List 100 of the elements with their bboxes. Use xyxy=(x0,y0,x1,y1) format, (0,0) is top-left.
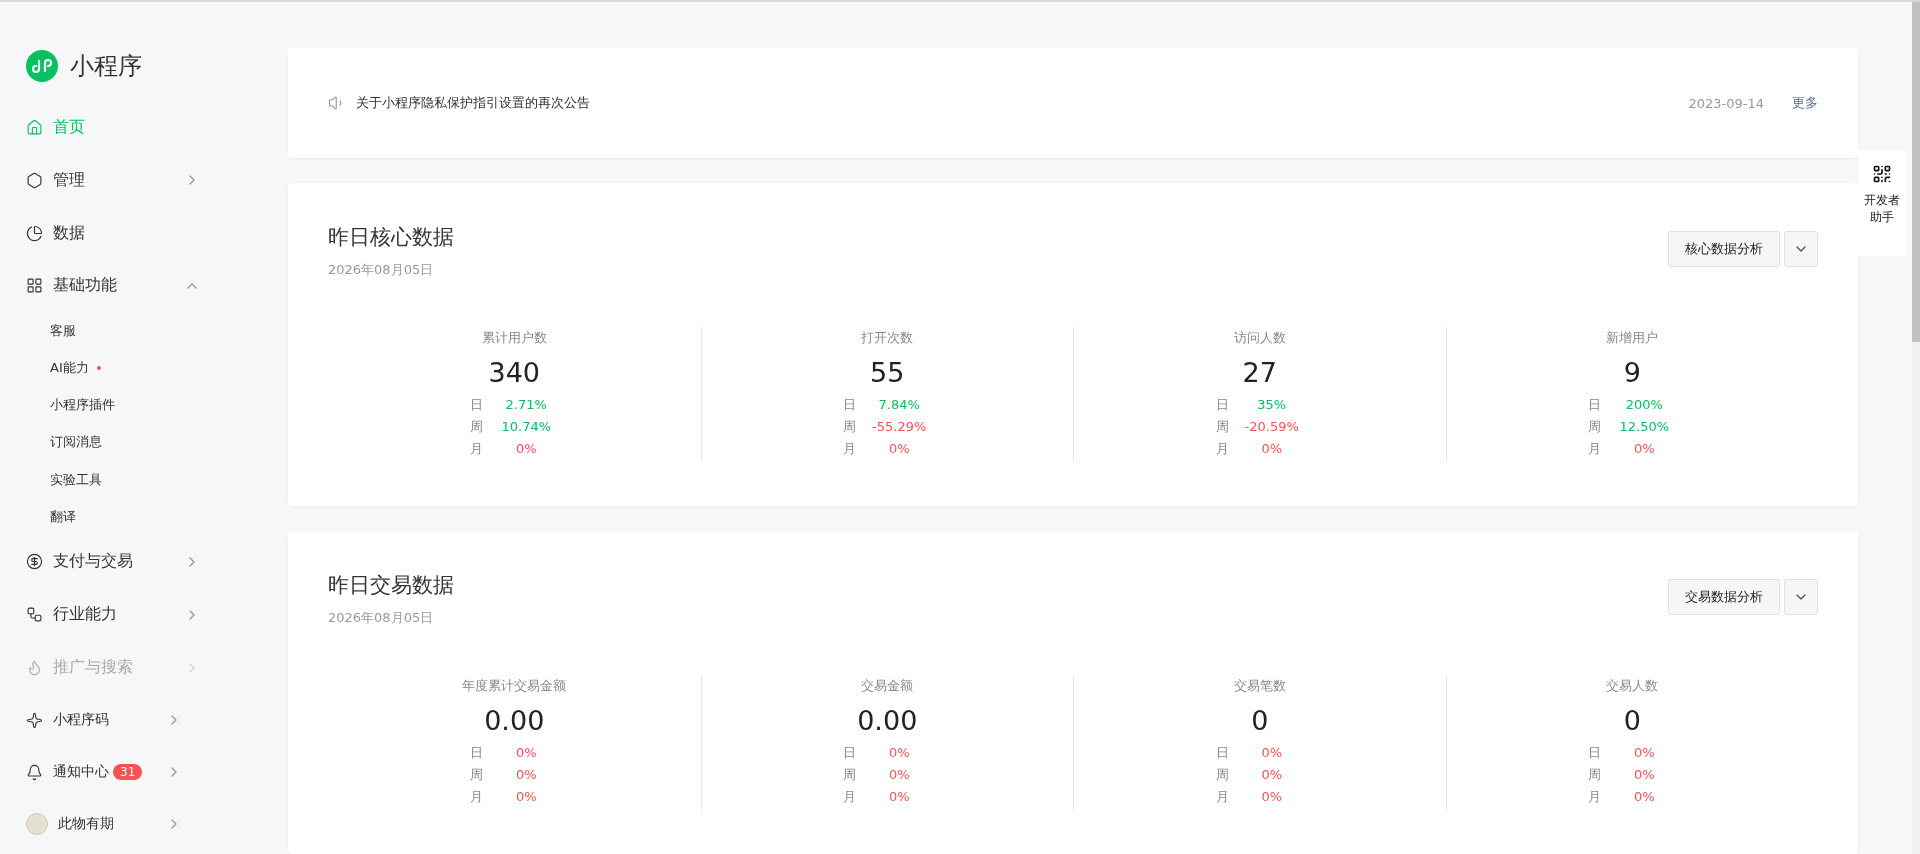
metric-label: 打开次数 xyxy=(861,329,914,347)
change-value: 10.74% xyxy=(500,418,553,436)
period-label: 周 xyxy=(470,418,485,436)
metric-value: 0.00 xyxy=(484,705,545,736)
pie-chart-icon xyxy=(26,224,43,242)
period-label: 周 xyxy=(470,766,485,784)
hexagon-icon xyxy=(26,171,43,189)
period-label: 月 xyxy=(1215,788,1230,806)
metric-value: 27 xyxy=(1242,357,1277,388)
period-label: 日 xyxy=(470,744,485,762)
footer-item[interactable]: 此物有期 xyxy=(26,798,270,850)
card-date: 2026年08月05日 xyxy=(328,609,435,627)
nav-subitem[interactable]: 翻译 xyxy=(26,498,270,536)
metric-value: 0.00 xyxy=(857,705,918,736)
period-label: 周 xyxy=(843,766,858,784)
metric-value: 9 xyxy=(1623,357,1641,388)
period-label: 周 xyxy=(1215,766,1230,784)
change-value: 2.71% xyxy=(504,396,548,414)
grid-icon xyxy=(26,277,43,295)
change-value: 0% xyxy=(514,744,538,762)
analysis-button[interactable]: 核心数据分析 xyxy=(1668,231,1780,267)
change-value: 12.50% xyxy=(1618,418,1671,436)
change-value: 7.84% xyxy=(877,396,921,414)
period-label: 月 xyxy=(1215,440,1230,458)
footer-item[interactable]: 小程序码 xyxy=(26,694,270,746)
period-label: 周 xyxy=(1215,418,1230,436)
period-label: 月 xyxy=(470,440,485,458)
nav-subitem[interactable]: 小程序插件 xyxy=(26,386,270,424)
analysis-button[interactable]: 交易数据分析 xyxy=(1668,579,1780,615)
metric-label: 年度累计交易金额 xyxy=(462,677,567,695)
footer-item[interactable]: 通知中心 31 xyxy=(26,746,270,798)
card-title: 昨日核心数据 xyxy=(328,224,454,251)
notice-text: 关于小程序隐私保护指引设置的再次公告 xyxy=(356,94,591,112)
metric-value: 0 xyxy=(1623,705,1641,736)
change-value: 200% xyxy=(1624,396,1664,414)
change-value: 0% xyxy=(1260,744,1284,762)
change-value: -55.29% xyxy=(871,418,928,436)
period-label: 月 xyxy=(843,788,858,806)
metric-label: 交易人数 xyxy=(1606,677,1659,695)
change-value: -20.59% xyxy=(1243,418,1300,436)
nav-item[interactable]: 数据 xyxy=(26,206,270,260)
metric-value: 340 xyxy=(488,357,540,388)
notice-date: 2023-09-14 xyxy=(1688,95,1764,111)
change-value: 35% xyxy=(1256,396,1288,414)
home-icon xyxy=(26,118,43,136)
logo-icon xyxy=(26,50,58,83)
period-label: 周 xyxy=(1588,418,1603,436)
nav-item[interactable]: 行业能力 xyxy=(26,588,270,642)
metric-value: 0 xyxy=(1251,705,1269,736)
change-value: 0% xyxy=(1260,766,1284,784)
dropdown-button[interactable] xyxy=(1784,231,1818,267)
period-label: 月 xyxy=(1588,440,1603,458)
period-label: 日 xyxy=(843,396,858,414)
change-value: 0% xyxy=(514,766,538,784)
metric-label: 访问人数 xyxy=(1233,329,1286,347)
change-value: 0% xyxy=(887,440,911,458)
metric-label: 交易金额 xyxy=(861,677,914,695)
app-name: 小程序 xyxy=(70,51,142,83)
change-value: 0% xyxy=(1632,440,1656,458)
count-badge: 31 xyxy=(113,764,143,780)
change-value: 0% xyxy=(1632,744,1656,762)
qr-code-icon xyxy=(1872,164,1892,184)
period-label: 周 xyxy=(843,418,858,436)
period-label: 日 xyxy=(843,744,858,762)
card-title: 昨日交易数据 xyxy=(328,572,454,599)
period-label: 月 xyxy=(1588,788,1603,806)
period-label: 日 xyxy=(1215,744,1230,762)
scrollbar-thumb[interactable] xyxy=(1912,2,1920,342)
flame-icon xyxy=(26,659,43,677)
change-value: 0% xyxy=(514,788,538,806)
period-label: 日 xyxy=(1588,396,1603,414)
metric-label: 累计用户数 xyxy=(481,329,547,347)
change-value: 0% xyxy=(887,788,911,806)
change-value: 0% xyxy=(1632,788,1656,806)
nav-item[interactable]: 基础功能 xyxy=(26,259,270,313)
period-label: 日 xyxy=(1588,744,1603,762)
nodes-icon xyxy=(26,606,43,624)
dropdown-button[interactable] xyxy=(1784,579,1818,615)
nav-item[interactable]: 管理 xyxy=(26,153,270,207)
period-label: 日 xyxy=(1215,396,1230,414)
nav-subitem[interactable]: AI能力 xyxy=(26,349,270,387)
change-value: 0% xyxy=(887,744,911,762)
nav-item[interactable]: 支付与交易 xyxy=(26,535,270,589)
nav-subitem[interactable]: 客服 xyxy=(26,312,270,350)
change-value: 0% xyxy=(1260,788,1284,806)
period-label: 月 xyxy=(843,440,858,458)
metric-label: 新增用户 xyxy=(1606,329,1659,347)
change-value: 0% xyxy=(1632,766,1656,784)
more-link[interactable]: 更多 xyxy=(1792,94,1818,112)
nav-subitem[interactable]: 实验工具 xyxy=(26,461,270,499)
metric-value: 55 xyxy=(870,357,905,388)
avatar-icon xyxy=(26,813,48,835)
sparkle-icon xyxy=(26,711,43,729)
change-value: 0% xyxy=(514,440,538,458)
period-label: 周 xyxy=(1588,766,1603,784)
change-value: 0% xyxy=(1260,440,1284,458)
nav-subitem[interactable]: 订阅消息 xyxy=(26,423,270,462)
period-label: 日 xyxy=(470,396,485,414)
developer-helper-tab[interactable]: 开发者助手 xyxy=(1858,150,1906,256)
metric-label: 交易笔数 xyxy=(1233,677,1286,695)
